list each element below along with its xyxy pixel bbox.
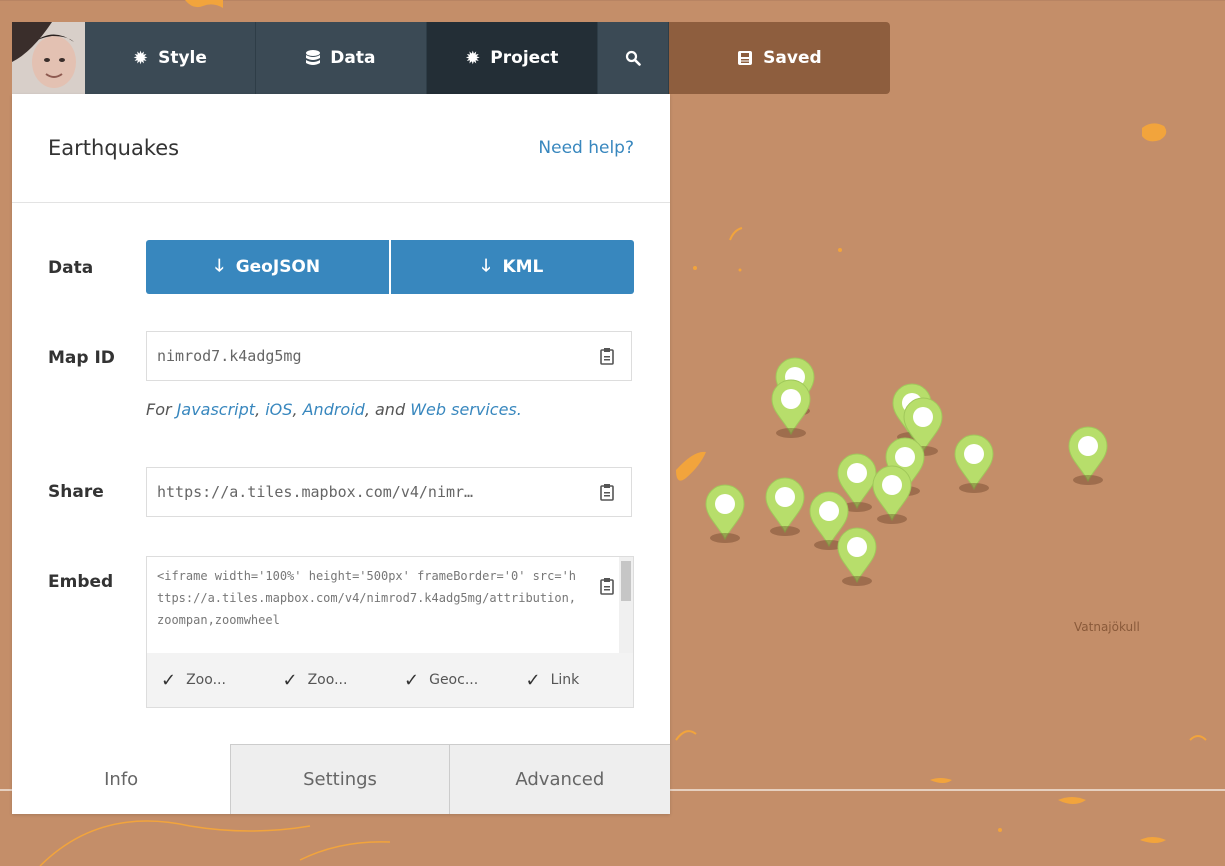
check-icon: ✓ [525,669,541,691]
arrow-down-icon: 🡓 [214,255,224,276]
api-hint: For Javascript, iOS, Android, and Web se… [146,400,522,419]
mapid-field[interactable]: nimrod7.k4adg5mg [146,331,632,381]
check-icon: ✓ [404,669,420,691]
marker-pin-icon[interactable] [951,433,997,499]
clipboard-icon[interactable] [599,347,615,365]
marker-pin-icon[interactable] [834,526,880,592]
page-title: Earthquakes [48,136,180,160]
panel-tabs: Info Settings Advanced [12,744,670,814]
share-field[interactable]: https://a.tiles.mapbox.com/v4/nimr… [146,467,632,517]
embed-code-field[interactable]: <iframe width='100%' height='500px' fram… [157,565,577,651]
clipboard-icon[interactable] [599,577,615,595]
marker-pin-icon[interactable] [762,476,808,542]
avatar-image [12,22,85,94]
download-buttons: 🡓 GeoJSON 🡓 KML [146,240,634,294]
project-label: Project [490,48,559,68]
panel-header: Earthquakes Need help? [12,94,670,203]
embed-row-label: Embed [48,572,114,592]
check-icon: ✓ [161,669,177,691]
database-icon [306,50,321,66]
android-link[interactable]: Android [303,400,365,419]
data-row-label: Data [48,258,94,278]
marker-pin-icon[interactable] [869,464,915,530]
download-kml-button[interactable]: 🡓 KML [389,240,634,294]
marker-pin-icon[interactable] [768,378,814,444]
gear-icon: ✹ [465,47,481,69]
option-zoom-wheel[interactable]: ✓ Zoo... [269,670,391,691]
mapid-value: nimrod7.k4adg5mg [157,347,302,365]
embed-box: <iframe width='100%' height='500px' fram… [146,556,634,708]
marker-pin-icon[interactable] [702,483,748,549]
clipboard-icon[interactable] [599,483,615,501]
option-zoom-pan[interactable]: ✓ Zoo... [147,670,269,691]
avatar[interactable] [12,22,85,94]
data-label: Data [330,48,376,68]
tab-settings[interactable]: Settings [230,744,449,814]
help-link[interactable]: Need help? [538,138,634,158]
embed-scrollbar[interactable] [619,557,633,653]
option-geocoder[interactable]: ✓ Geoc... [390,670,512,691]
check-icon: ✓ [282,669,298,691]
top-toolbar: ✹ Style Data ✹ Project Saved [12,22,891,94]
javascript-link[interactable]: Javascript [177,400,255,419]
kml-label: KML [502,257,544,277]
share-value: https://a.tiles.mapbox.com/v4/nimr… [157,483,474,501]
share-row-label: Share [48,482,104,502]
hint-and: and [375,400,406,419]
gear-icon: ✹ [133,47,149,69]
project-button[interactable]: ✹ Project [426,22,599,94]
download-geojson-button[interactable]: 🡓 GeoJSON [146,240,389,294]
saved-label: Saved [763,48,822,68]
option-link[interactable]: ✓ Link [512,670,634,691]
project-panel: Earthquakes Need help? Data 🡓 GeoJSON 🡓 … [12,94,670,814]
web-services-link[interactable]: Web services. [410,400,522,419]
tab-advanced[interactable]: Advanced [448,744,670,814]
data-button[interactable]: Data [256,22,427,94]
style-button[interactable]: ✹ Style [84,22,257,94]
geojson-label: GeoJSON [235,257,321,277]
map-label-vatnajokull: Vatnajökull [1074,620,1140,634]
ios-link[interactable]: iOS [265,400,292,419]
marker-pin-icon[interactable] [1065,425,1111,491]
save-icon [737,50,753,66]
embed-options: ✓ Zoo... ✓ Zoo... ✓ Geoc... ✓ Link [147,653,633,707]
style-label: Style [158,48,207,68]
search-icon [625,50,641,66]
saved-button[interactable]: Saved [668,22,891,94]
hint-prefix: For [146,400,172,419]
search-button[interactable] [598,22,669,94]
tab-info[interactable]: Info [12,744,231,814]
mapid-row-label: Map ID [48,348,115,368]
arrow-down-icon: 🡓 [481,255,491,276]
